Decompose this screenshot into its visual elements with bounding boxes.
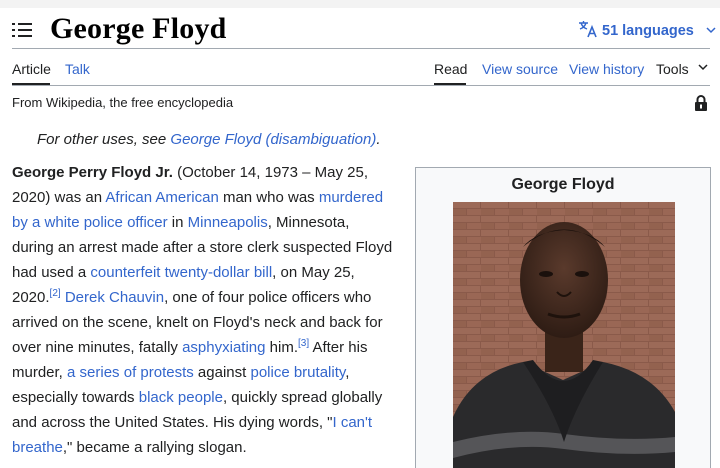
hatnote-text: For other uses, see: [37, 131, 171, 148]
lead-text: , Minnesota,: [267, 214, 350, 231]
chevron-down-icon: [706, 25, 716, 37]
lead-text: 2020) was an: [12, 189, 106, 206]
chevron-down-icon[interactable]: [698, 62, 708, 74]
tab-read[interactable]: Read: [434, 61, 467, 77]
lead-text: during an arrest made after a store cler…: [12, 239, 393, 256]
lead-text: , one of four police officers who: [164, 289, 372, 306]
link-murdered-officer[interactable]: by a white police officer: [12, 214, 168, 231]
link-counterfeit-bill[interactable]: counterfeit twenty-dollar bill: [90, 264, 272, 281]
link-police-brutality[interactable]: police brutality: [250, 364, 345, 381]
top-band: [0, 0, 720, 8]
link-derek-chauvin[interactable]: Derek Chauvin: [65, 289, 164, 306]
tab-tools[interactable]: Tools: [656, 61, 689, 77]
lead-text: , on May 25,: [272, 264, 355, 281]
tab-view-history[interactable]: View history: [569, 61, 644, 77]
link-series-of-protests[interactable]: a series of protests: [67, 364, 194, 381]
lock-icon[interactable]: [694, 94, 708, 112]
lead-text: and across the United States. His dying …: [12, 414, 333, 431]
link-i-cant-breathe-cont[interactable]: breathe: [12, 439, 63, 456]
lead-text: especially towards: [12, 389, 139, 406]
lead-text: in: [167, 214, 188, 231]
link-african-american[interactable]: African American: [105, 189, 218, 206]
tab-view-source[interactable]: View source: [482, 61, 558, 77]
infobox-title: George Floyd: [511, 176, 615, 193]
languages-button[interactable]: 51 languages: [578, 20, 716, 42]
link-minneapolis[interactable]: Minneapolis: [188, 214, 268, 231]
lead-text: him.: [265, 339, 298, 356]
lead-text: arrived on the scene, knelt on Floyd's n…: [12, 314, 383, 331]
lead-text: against: [193, 364, 251, 381]
lead-paragraph: George Perry Floyd Jr. (October 14, 1973…: [12, 160, 404, 460]
languages-label: 51 languages: [602, 23, 694, 39]
lead-text: (October 14, 1973 – May 25,: [172, 164, 369, 181]
subject-name: George Perry Floyd Jr.: [12, 164, 173, 181]
tab-talk[interactable]: Talk: [65, 61, 90, 77]
lead-text: , quickly spread globally: [222, 389, 383, 406]
reference-link[interactable]: [2]: [50, 288, 61, 299]
page-title: George Floyd: [50, 12, 227, 45]
infobox: George Floyd: [415, 167, 711, 468]
lead-text: ," became a rallying slogan.: [62, 439, 247, 456]
tab-article[interactable]: Article: [12, 61, 51, 77]
lead-text: ,: [345, 364, 350, 381]
portrait-image[interactable]: [453, 202, 675, 468]
lead-text: man who was: [218, 189, 319, 206]
link-murdered[interactable]: murdered: [319, 189, 383, 206]
site-tagline: From Wikipedia, the free encyclopedia: [12, 95, 234, 110]
menu-icon[interactable]: [12, 22, 32, 38]
link-i-cant-breathe[interactable]: I can't: [332, 414, 372, 431]
lead-text: After his: [309, 339, 368, 356]
lead-text: had used a: [12, 264, 91, 281]
title-bar: George Floyd 51 languages: [0, 8, 720, 52]
link-black-people[interactable]: black people: [139, 389, 223, 406]
link-asphyxiating[interactable]: asphyxiating: [182, 339, 265, 356]
lead-text: over nine minutes, fatally: [12, 339, 183, 356]
title-divider: [12, 48, 710, 49]
hatnote-punct: .: [376, 131, 381, 148]
tabs-divider: [12, 85, 710, 86]
reference-link[interactable]: [3]: [298, 338, 309, 349]
lead-text: 2020.: [12, 289, 50, 306]
hatnote: For other uses, see George Floyd (disamb…: [37, 131, 381, 148]
lead-text: murder,: [12, 364, 68, 381]
page-tabs: Article Talk Read View source View histo…: [0, 56, 720, 86]
disambiguation-link[interactable]: George Floyd (disambiguation): [170, 131, 376, 148]
translate-icon: [578, 20, 598, 42]
